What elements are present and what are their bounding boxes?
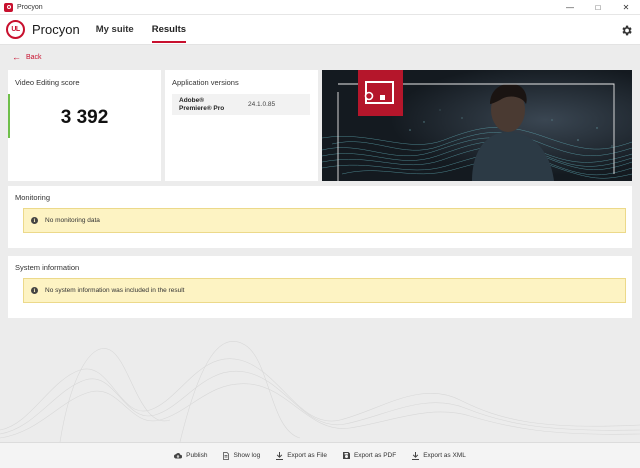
window-titlebar: Procyon — □ ✕ [0,0,640,15]
app-version-row: Adobe® Premiere® Pro 24.1.0.85 [172,94,310,115]
app-versions-title: Application versions [172,78,239,87]
close-button[interactable]: ✕ [612,0,640,15]
maximize-button[interactable]: □ [584,0,612,15]
download-icon [412,451,420,460]
app-icon [4,2,13,12]
show-log-label: Show log [233,452,261,459]
minimize-button[interactable]: — [556,0,584,15]
publish-button[interactable]: Publish [174,452,207,459]
export-pdf-button[interactable]: Export as PDF [342,452,397,459]
monitoring-notice: i No monitoring data [23,208,626,233]
benchmark-hero-image [322,70,632,181]
tab-my-suite[interactable]: My suite [96,15,134,45]
ul-logo: UL [6,20,25,39]
arrow-left-icon: ← [12,52,21,62]
system-info-section: System information i No system informati… [8,256,632,318]
info-icon: i [31,287,38,294]
system-info-title: System information [15,263,80,272]
document-icon [223,451,230,460]
monitoring-section: Monitoring i No monitoring data [8,186,632,248]
export-file-label: Export as File [287,452,327,459]
tab-results[interactable]: Results [151,15,187,45]
monitoring-title: Monitoring [15,193,51,202]
show-log-button[interactable]: Show log [223,451,261,460]
score-value: 3 392 [60,107,109,128]
publish-label: Publish [186,452,208,459]
back-link[interactable]: ← Back [12,52,42,62]
background-waves [0,340,640,442]
cloud-upload-icon [174,452,183,459]
system-info-notice: i No system information was included in … [23,278,626,303]
window-controls: — □ ✕ [556,0,640,15]
export-xml-label: Export as XML [423,452,466,459]
score-card: Video Editing score 3 392 [8,70,161,181]
system-info-message: No system information was included in th… [45,287,185,294]
export-file-button[interactable]: Export as File [276,451,327,460]
app-version: 24.1.0.85 [248,101,276,108]
gear-icon[interactable] [619,23,633,37]
export-pdf-label: Export as PDF [353,452,397,459]
score-title: Video Editing score [15,78,80,87]
back-label: Back [26,53,42,61]
save-icon [342,452,350,459]
info-icon: i [31,217,38,224]
app-name: Adobe® Premiere® Pro [179,96,225,112]
brand-name: Procyon [32,22,80,37]
download-icon [276,451,284,460]
app-versions-card: Application versions Adobe® Premiere® Pr… [165,70,318,181]
export-xml-button[interactable]: Export as XML [412,451,466,460]
window-title: Procyon [17,3,43,11]
monitoring-message: No monitoring data [45,217,100,224]
app-header: UL Procyon My suite Results [0,15,640,45]
footer-toolbar: Publish Show log Export as File Export a… [0,442,640,468]
